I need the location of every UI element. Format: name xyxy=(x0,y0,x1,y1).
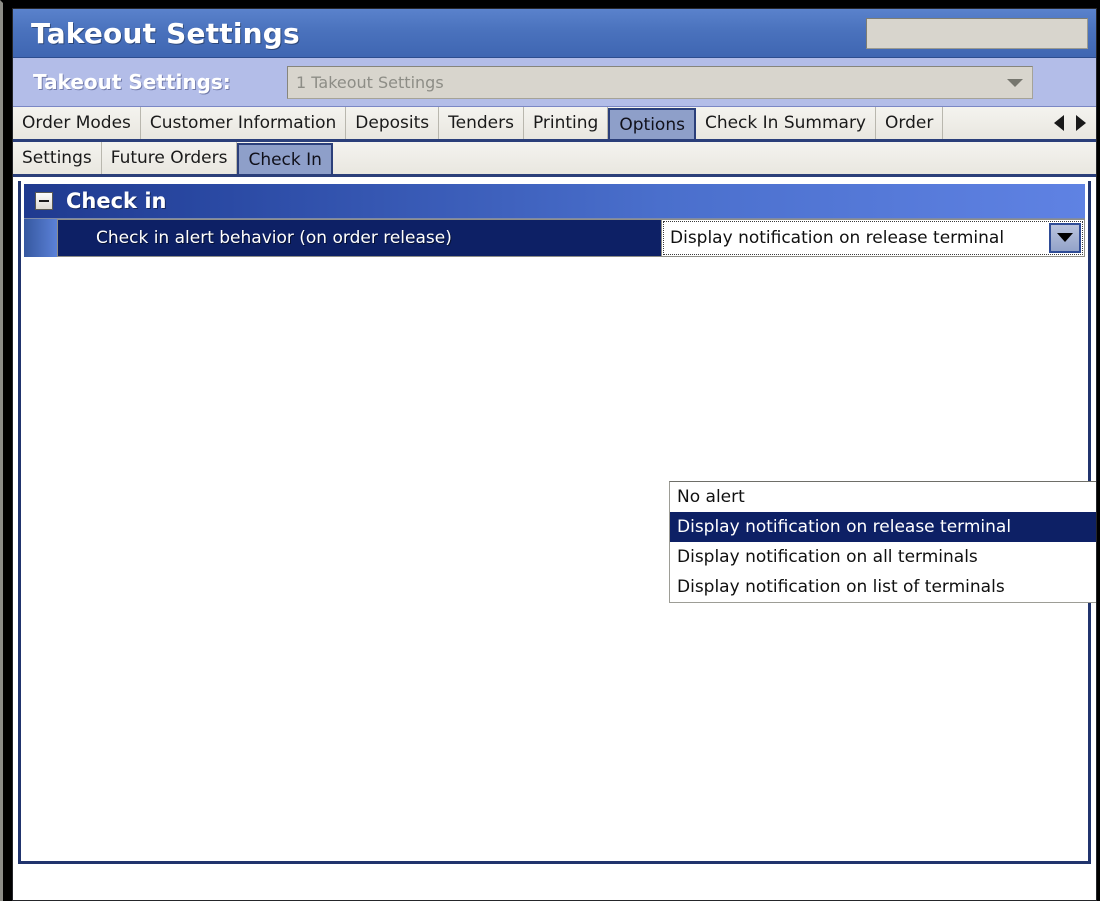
tab-label: Tenders xyxy=(448,113,514,133)
combo-dropdown-list: No alert Display notification on release… xyxy=(669,481,1096,603)
settings-panel: Check in Check in alert behavior (on ord… xyxy=(18,181,1096,864)
tab-order-modes[interactable]: Order Modes xyxy=(13,107,141,139)
subtab-settings[interactable]: Settings xyxy=(13,142,102,174)
combo-selected-value: Display notification on release terminal xyxy=(670,227,1005,248)
main-tab-bar: Order Modes Customer Information Deposit… xyxy=(13,107,1096,142)
tab-deposits[interactable]: Deposits xyxy=(346,107,440,139)
triangle-down xyxy=(1057,233,1073,242)
tab-label: Settings xyxy=(22,148,92,168)
dropdown-arrow-icon[interactable] xyxy=(1049,222,1081,253)
tab-options[interactable]: Options xyxy=(608,108,696,139)
tab-check-in-summary[interactable]: Check In Summary xyxy=(696,107,876,139)
tab-bar-filler xyxy=(943,107,1050,139)
application-window: Takeout Settings Takeout Settings: 1 Tak… xyxy=(0,0,1100,901)
tab-customer-information[interactable]: Customer Information xyxy=(141,107,347,139)
tab-label: Check In xyxy=(248,149,322,170)
subtab-check-in[interactable]: Check In xyxy=(237,143,333,174)
group-title: Check in xyxy=(66,189,167,213)
arrow-left-icon[interactable] xyxy=(1054,115,1064,131)
tab-label: Order Modes xyxy=(22,113,131,133)
arrow-right-icon[interactable] xyxy=(1076,115,1086,131)
check-in-alert-behavior-combo[interactable]: Display notification on release terminal xyxy=(661,218,1085,257)
collapse-minus-icon[interactable] xyxy=(35,192,53,210)
setting-label-cell[interactable]: Check in alert behavior (on order releas… xyxy=(57,218,661,257)
title-bar-input[interactable] xyxy=(866,18,1088,49)
tab-label: Check In Summary xyxy=(704,113,866,133)
dropdown-option-all-terminals[interactable]: Display notification on all terminals xyxy=(670,542,1096,572)
record-selector-value: 1 Takeout Settings xyxy=(296,73,444,92)
tab-label: Customer Information xyxy=(149,113,337,133)
sub-tab-bar-filler xyxy=(333,142,1096,174)
tab-label: Deposits xyxy=(355,113,430,133)
record-selector-combo[interactable]: 1 Takeout Settings xyxy=(287,66,1033,99)
table-row: Check in alert behavior (on order releas… xyxy=(57,218,1085,257)
option-label: Display notification on release terminal xyxy=(677,517,1012,537)
tab-scroll-controls xyxy=(1050,107,1096,139)
option-label: Display notification on list of terminal… xyxy=(677,577,1005,597)
dropdown-option-no-alert[interactable]: No alert xyxy=(670,482,1096,512)
group-header-check-in[interactable]: Check in xyxy=(24,184,1085,219)
record-selector-bar: Takeout Settings: 1 Takeout Settings xyxy=(13,58,1096,107)
window-client-area: Takeout Settings Takeout Settings: 1 Tak… xyxy=(12,8,1097,901)
option-label: No alert xyxy=(677,487,745,507)
tab-label: Options xyxy=(619,114,685,135)
tab-printing[interactable]: Printing xyxy=(524,107,609,139)
option-label: Display notification on all terminals xyxy=(677,547,978,567)
chevron-down-icon xyxy=(1007,78,1023,87)
tab-label: Order xyxy=(885,113,934,133)
sub-tab-bar: Settings Future Orders Check In xyxy=(13,142,1096,177)
subtab-future-orders[interactable]: Future Orders xyxy=(102,142,238,174)
tab-tenders[interactable]: Tenders xyxy=(439,107,524,139)
title-bar: Takeout Settings xyxy=(13,9,1096,58)
tab-order[interactable]: Order xyxy=(876,107,944,139)
minus-bar xyxy=(39,200,49,202)
settings-grid: Check in Check in alert behavior (on ord… xyxy=(21,181,1096,861)
dropdown-option-list-of-terminals[interactable]: Display notification on list of terminal… xyxy=(670,572,1096,602)
dropdown-option-release-terminal[interactable]: Display notification on release terminal xyxy=(670,512,1096,542)
tab-label: Printing xyxy=(532,113,599,133)
page-title: Takeout Settings xyxy=(31,16,300,50)
record-selector-label: Takeout Settings: xyxy=(33,70,231,94)
tab-label: Future Orders xyxy=(110,148,228,168)
setting-label: Check in alert behavior (on order releas… xyxy=(96,227,452,248)
grid-row-gutter xyxy=(24,219,57,257)
